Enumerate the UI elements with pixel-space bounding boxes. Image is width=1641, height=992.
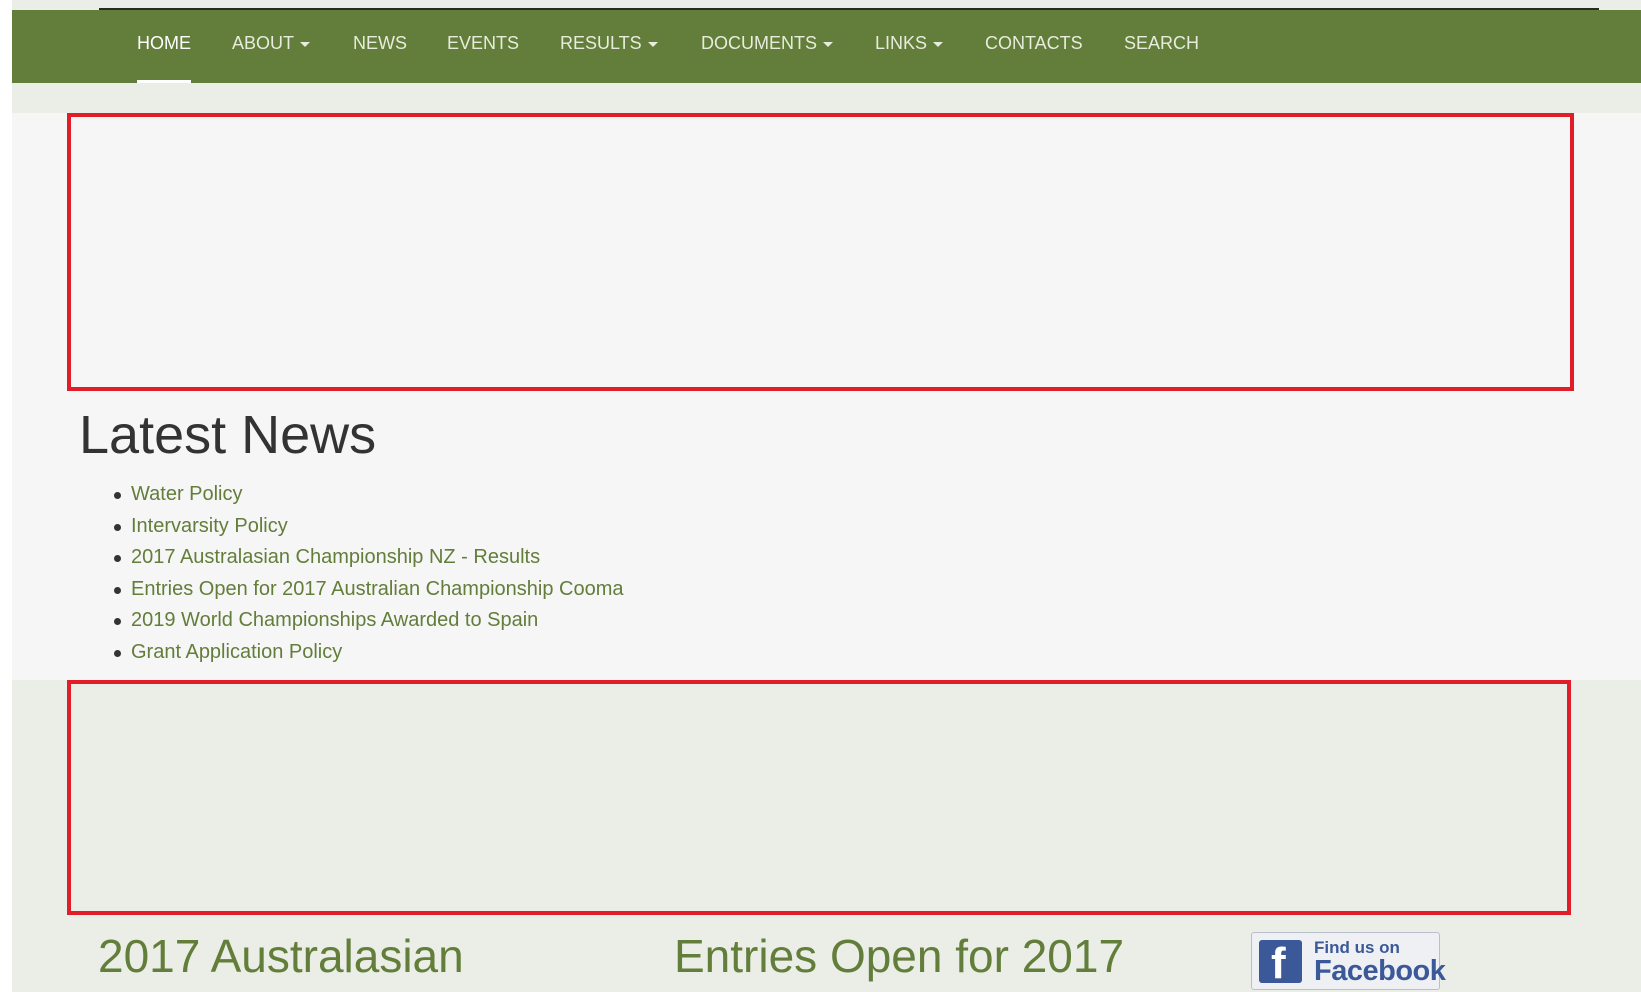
feature-article-title[interactable]: Entries Open for 2017 — [674, 930, 1194, 982]
nav-item-label: NEWS — [353, 33, 407, 53]
feature-article-title[interactable]: 2017 Australasian — [98, 930, 638, 982]
nav-item-label: LINKS — [875, 33, 928, 53]
news-list-item: 2019 World Championships Awarded to Spai… — [112, 605, 624, 637]
news-list-item: Grant Application Policy — [112, 637, 624, 669]
nav-item-events[interactable]: EVENTS — [447, 10, 519, 83]
news-link-intervarsity-policy[interactable]: Intervarsity Policy — [131, 515, 288, 537]
caret-down-icon — [300, 41, 311, 47]
latest-news-title: Latest News — [79, 405, 377, 465]
facebook-badge[interactable]: f Find us on Facebook — [1251, 932, 1446, 990]
nav-item-home[interactable]: HOME — [137, 10, 191, 83]
news-link-water-policy[interactable]: Water Policy — [131, 483, 243, 505]
news-link-entries-open-cooma[interactable]: Entries Open for 2017 Australian Champio… — [131, 578, 624, 600]
nav-item-label: ABOUT — [232, 33, 295, 53]
nav-item-contacts[interactable]: CONTACTS — [985, 10, 1083, 83]
caret-down-icon — [647, 41, 658, 47]
nav-item-about[interactable]: ABOUT — [232, 10, 311, 83]
news-list-item: Water Policy — [112, 479, 624, 511]
page: HOME ABOUT NEWS EVENTS RESULTS DOCUMENTS… — [12, 0, 1641, 992]
news-link-grant-application-policy[interactable]: Grant Application Policy — [131, 641, 342, 663]
news-link-australasian-results[interactable]: 2017 Australasian Championship NZ - Resu… — [131, 546, 540, 568]
nav-item-label: CONTACTS — [985, 33, 1083, 53]
nav-item-label: RESULTS — [560, 33, 642, 53]
highlighted-placeholder-bottom — [67, 680, 1571, 915]
nav-item-label: HOME — [137, 33, 191, 53]
active-indicator — [137, 80, 191, 83]
highlighted-placeholder-top — [67, 113, 1574, 391]
nav-item-news[interactable]: NEWS — [353, 10, 407, 83]
nav-item-label: DOCUMENTS — [701, 33, 817, 53]
caret-down-icon — [823, 41, 833, 47]
nav-item-label: EVENTS — [447, 33, 520, 53]
facebook-badge-line2: Facebook — [1314, 955, 1446, 987]
news-list-item: Entries Open for 2017 Australian Champio… — [112, 574, 624, 606]
nav-item-label: SEARCH — [1124, 33, 1200, 53]
facebook-icon: f — [1259, 940, 1302, 983]
main-navbar: HOME ABOUT NEWS EVENTS RESULTS DOCUMENTS… — [12, 10, 1641, 83]
nav-item-results[interactable]: RESULTS — [560, 10, 658, 83]
news-link-world-championships-spain[interactable]: 2019 World Championships Awarded to Spai… — [131, 609, 538, 631]
caret-down-icon — [933, 41, 944, 47]
nav-item-links[interactable]: LINKS — [875, 10, 944, 83]
news-list-item: 2017 Australasian Championship NZ - Resu… — [112, 542, 624, 574]
nav-item-documents[interactable]: DOCUMENTS — [701, 10, 833, 83]
nav-item-search[interactable]: SEARCH — [1124, 10, 1199, 83]
latest-news-list: Water Policy Intervarsity Policy 2017 Au… — [112, 479, 624, 668]
news-list-item: Intervarsity Policy — [112, 511, 624, 543]
